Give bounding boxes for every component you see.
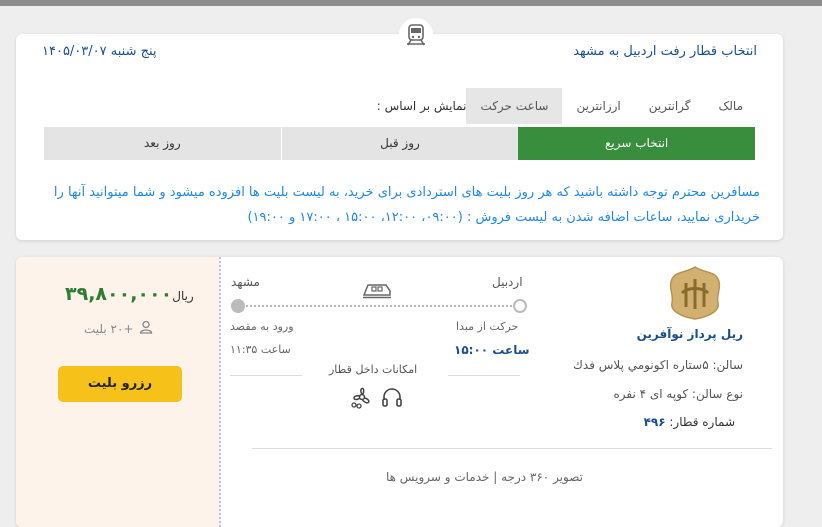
operator-name: ریل پرداز نوآفرین	[636, 327, 743, 341]
day-navigation: انتخاب سریع روز قبل روز بعد	[42, 127, 755, 160]
travel-date: پنج شنبه ۱۴۰۵/۰۳/۰۷	[42, 44, 157, 59]
previous-day-button[interactable]: روز قبل	[280, 127, 519, 160]
operator-logo	[666, 265, 724, 325]
destination-city: مشهد	[231, 275, 260, 289]
sort-by-departure[interactable]: ساعت حرکت	[466, 88, 563, 124]
sort-by-cheapest[interactable]: ارزانترین	[562, 88, 634, 124]
sort-options: نمایش بر اساس : ساعت حرکت ارزانترین گران…	[367, 88, 757, 124]
hall-info: سالن: ۵ستاره اکونومي پلاس فدك	[573, 358, 743, 372]
services-links[interactable]: تصویر ۳۶۰ درجه | خدمات و سرویس ها	[386, 470, 583, 484]
sort-by-most-expensive[interactable]: گرانترین	[635, 88, 705, 124]
page-title: انتخاب قطار رفت اردبیل به مشهد	[573, 44, 757, 59]
sort-label: نمایش بر اساس :	[376, 99, 467, 113]
card-divider	[252, 448, 772, 449]
currency-label: ریال	[172, 289, 194, 303]
train-number-label: شماره قطار:	[669, 415, 735, 429]
route-end-dot	[231, 299, 245, 313]
seats-count: +۲۰ بلیت	[84, 321, 134, 336]
route-line	[238, 305, 520, 307]
amenities-label: امکانات داخل قطار	[329, 363, 418, 376]
train-number: شماره قطار: ۴۹۶	[644, 415, 735, 429]
ticket-card: ریال ۳۹,۸۰۰,۰۰۰ +۲۰ بلیت رزرو بلیت اردبی…	[16, 257, 783, 527]
arrival-label: ورود به مقصد	[230, 320, 294, 333]
search-header-card: انتخاب قطار رفت اردبیل به مشهد پنج شنبه …	[16, 18, 783, 240]
price-amount: ۳۹,۸۰۰,۰۰۰	[65, 283, 173, 305]
departure-divider	[448, 375, 520, 376]
user-icon	[139, 320, 153, 337]
top-bar	[0, 0, 822, 6]
quick-select-button[interactable]: انتخاب سریع	[518, 127, 755, 160]
seats-available: +۲۰ بلیت	[84, 320, 153, 337]
sort-by-owner[interactable]: مالک	[705, 88, 757, 124]
price-column: ریال ۳۹,۸۰۰,۰۰۰ +۲۰ بلیت رزرو بلیت	[16, 257, 221, 527]
book-ticket-button[interactable]: رزرو بلیت	[58, 366, 182, 402]
route-start-dot	[513, 299, 527, 313]
headphones-icon	[380, 385, 404, 413]
hall-type: نوع سالن: کوپه ای ۴ نفره	[613, 387, 743, 401]
refund-notice: مسافرین محترم توجه داشته باشید که هر روز…	[53, 185, 760, 225]
train-number-value: ۴۹۶	[643, 415, 666, 429]
arrival-time: ساعت ۱۱:۳۵	[230, 343, 291, 356]
departure-label: حرکت از مبدا	[456, 320, 519, 333]
train-icon	[399, 18, 433, 52]
train-route-icon	[362, 281, 392, 303]
ticket-price: ریال ۳۹,۸۰۰,۰۰۰	[61, 283, 194, 305]
departure-time: ساعت ۱۵:۰۰	[454, 343, 530, 357]
amenities-icons	[350, 385, 404, 413]
origin-city: اردبیل	[492, 275, 523, 289]
arrival-divider	[230, 375, 302, 376]
air-conditioning-icon	[350, 385, 374, 413]
next-day-button[interactable]: روز بعد	[42, 127, 281, 160]
